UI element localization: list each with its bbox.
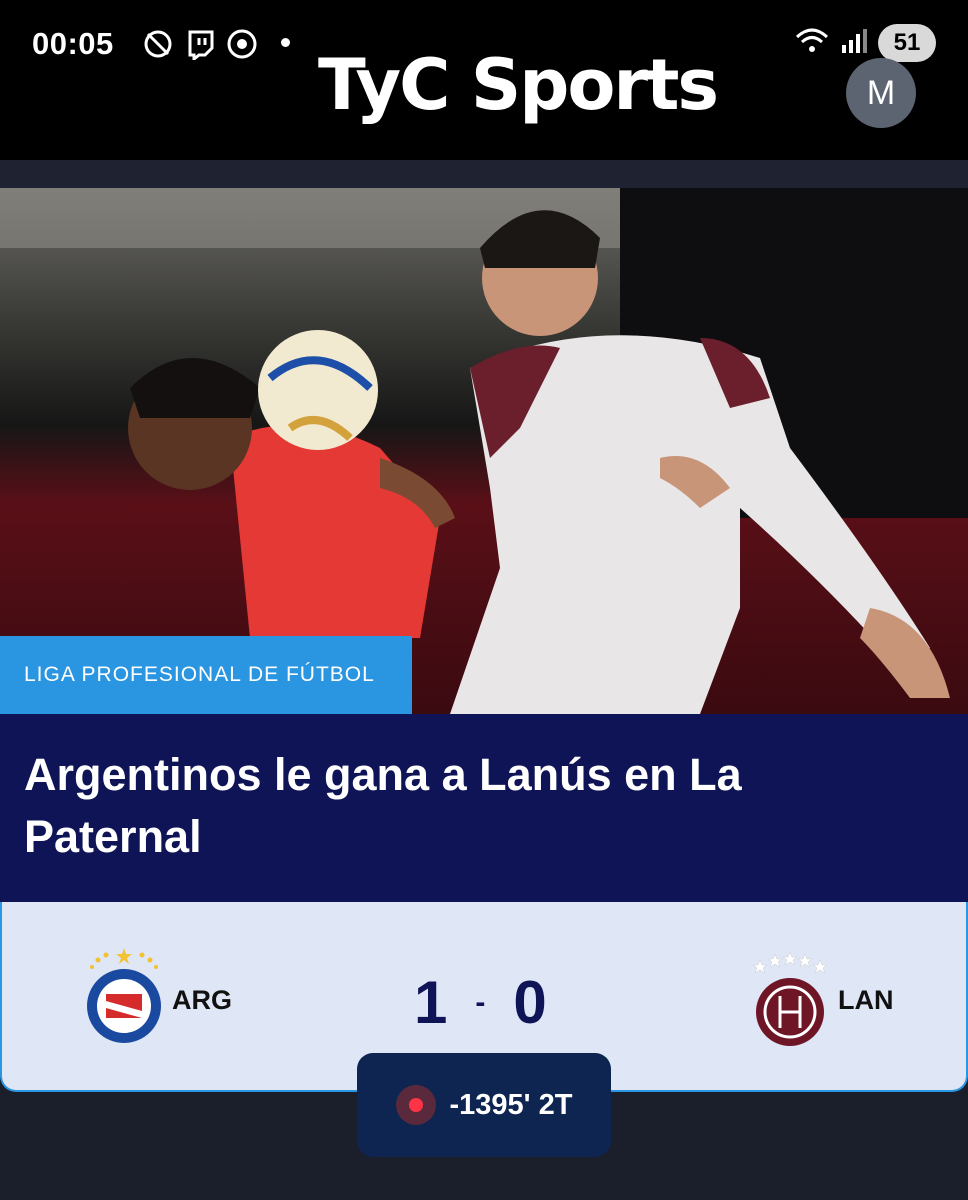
category-tag[interactable]: LIGA PROFESIONAL DE FÚTBOL	[0, 636, 412, 714]
live-indicator-icon	[395, 1085, 436, 1125]
status-icons	[142, 28, 258, 63]
status-time: 00:05	[32, 26, 114, 61]
wifi-icon	[794, 25, 830, 62]
home-score: 1	[414, 969, 448, 1036]
divider-strip	[0, 160, 968, 188]
home-team-abbr: ARG	[172, 985, 232, 1015]
cell-signal-icon	[840, 27, 868, 60]
battery-indicator: 51	[878, 24, 936, 62]
article-headline[interactable]: Argentinos le gana a Lanús en La Paterna…	[24, 744, 904, 868]
app-header: 00:05 51 TyC Sports M	[0, 0, 968, 160]
live-status-pill[interactable]: -1395' 2T	[357, 1053, 611, 1157]
away-team-abbr: LAN	[838, 985, 894, 1015]
twitch-icon	[184, 28, 216, 63]
lanus-crest-icon	[750, 948, 830, 1053]
away-team[interactable]: LAN	[750, 948, 894, 1053]
headline-panel[interactable]: Argentinos le gana a Lanús en La Paterna…	[0, 714, 968, 902]
brand-logo[interactable]: TyC Sports	[318, 50, 719, 120]
status-right: 51	[794, 24, 936, 62]
argentinos-crest-icon	[84, 948, 164, 1053]
score-separator: -	[475, 985, 486, 1019]
page: 00:05 51 TyC Sports M LIGA PROFESIONAL D…	[0, 0, 968, 1200]
user-avatar[interactable]: M	[846, 58, 916, 128]
chrome-icon	[226, 28, 258, 60]
away-score: 0	[513, 969, 547, 1036]
home-team[interactable]: ARG	[84, 948, 232, 1053]
notification-dot	[281, 38, 290, 47]
live-match-time: -1395' 2T	[449, 1088, 573, 1121]
no-signal-icon	[142, 28, 174, 60]
score: 1 - 0	[414, 968, 547, 1037]
